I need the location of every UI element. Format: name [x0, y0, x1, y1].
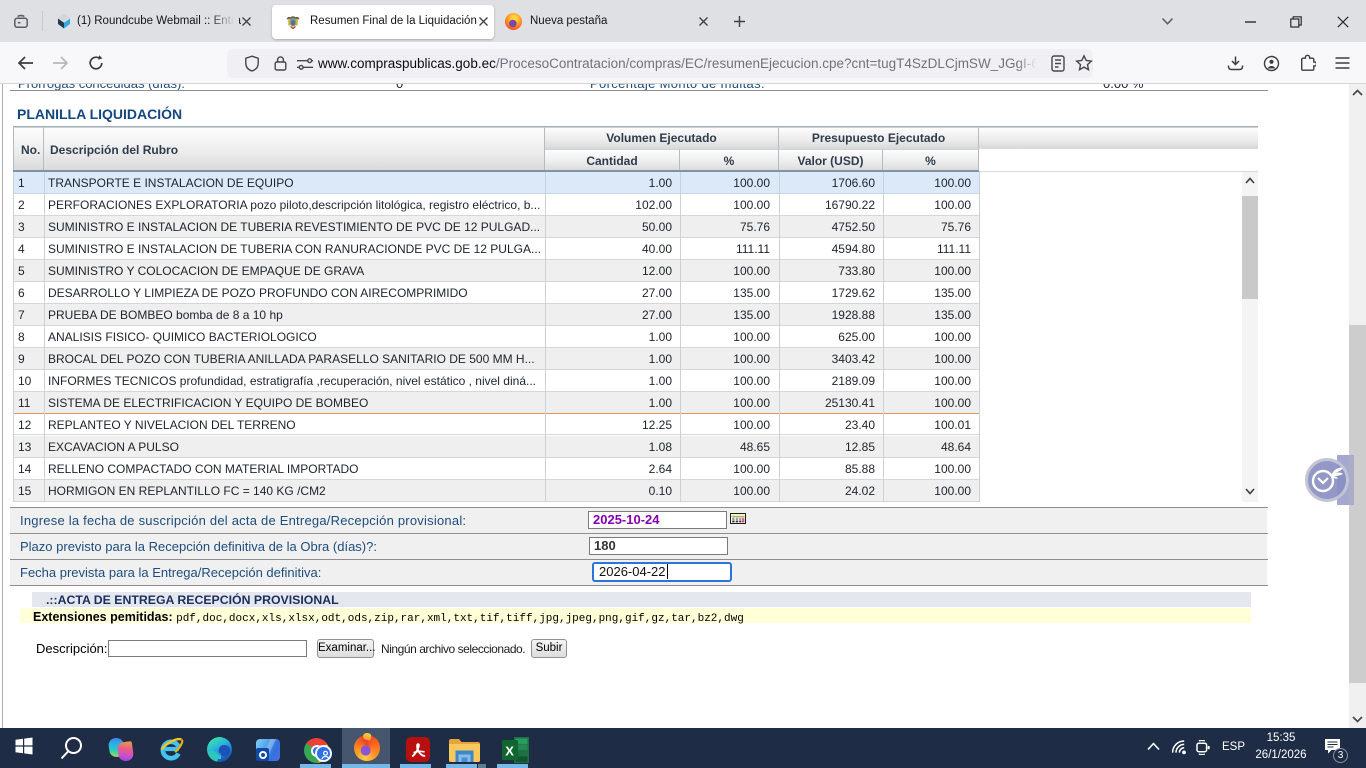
- svg-text:X: X: [505, 744, 514, 759]
